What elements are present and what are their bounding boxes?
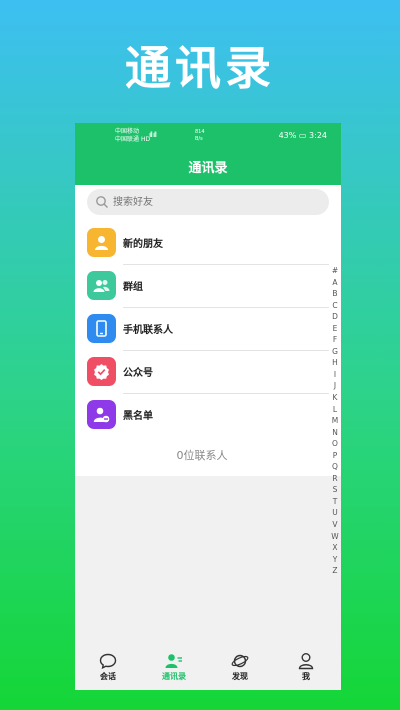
carrier-2: 中国联通: [115, 136, 140, 143]
signal-icon: ıll ıll: [149, 131, 157, 139]
tab-chat[interactable]: 会话: [75, 650, 141, 682]
phone-screen: 中国移动 中国联通 HD ıll ıll 814 B/s 43% ▭ 3:24 …: [75, 123, 341, 690]
index-letter[interactable]: E: [329, 323, 341, 335]
index-letter[interactable]: S: [329, 484, 341, 496]
verified-badge-icon: [87, 357, 116, 386]
index-letter[interactable]: P: [329, 450, 341, 462]
list-item-label: 黑名单: [123, 411, 153, 422]
index-letter[interactable]: W: [329, 531, 341, 543]
person-icon: [87, 228, 116, 257]
index-letter[interactable]: J: [329, 380, 341, 392]
phone-icon: [87, 314, 116, 343]
group-icon: [87, 271, 116, 300]
tab-label: 我: [302, 672, 310, 681]
index-letter[interactable]: F: [329, 334, 341, 346]
promo-title: 通讯录: [125, 41, 275, 95]
index-letter[interactable]: L: [329, 404, 341, 416]
index-letter[interactable]: #: [329, 265, 341, 277]
list-item-phone-contacts[interactable]: 手机联系人: [75, 308, 329, 351]
list-item-official-accounts[interactable]: 公众号: [75, 351, 329, 394]
index-letter[interactable]: K: [329, 392, 341, 404]
planet-icon: [231, 654, 249, 668]
tab-label: 通讯录: [162, 672, 186, 681]
tab-label: 会话: [100, 672, 116, 681]
status-bar: 中国移动 中国联通 HD ıll ıll 814 B/s 43% ▭ 3:24: [75, 123, 341, 149]
profile-icon: [298, 653, 314, 670]
tab-label: 发现: [232, 672, 248, 681]
battery-icon: ▭: [298, 131, 307, 140]
contacts-count: 0位联系人: [176, 449, 228, 462]
clock: 3:24: [309, 131, 327, 140]
nav-bar: 通讯录: [75, 149, 341, 185]
list-item-label: 手机联系人: [123, 325, 173, 336]
index-letter[interactable]: N: [329, 427, 341, 439]
list-item-new-friends[interactable]: 新的朋友: [75, 222, 329, 265]
status-right: 43% ▭ 3:24: [279, 131, 327, 140]
tab-contacts[interactable]: 通讯录: [141, 650, 207, 682]
index-letter[interactable]: M: [329, 415, 341, 427]
tab-bar: 会话 通讯录 发现 我: [75, 646, 341, 690]
list-item-blacklist[interactable]: 黑名单: [75, 394, 329, 437]
index-letter[interactable]: Q: [329, 461, 341, 473]
index-letter[interactable]: I: [329, 369, 341, 381]
tab-me[interactable]: 我: [273, 650, 339, 682]
index-letter[interactable]: R: [329, 473, 341, 485]
index-letter[interactable]: B: [329, 288, 341, 300]
list-item-label: 新的朋友: [123, 239, 163, 250]
alphabet-index[interactable]: # A B C D E F G H I J K L M N O P Q R S …: [329, 265, 341, 577]
blocked-user-icon: [87, 400, 116, 429]
index-letter[interactable]: Z: [329, 565, 341, 577]
index-letter[interactable]: T: [329, 496, 341, 508]
list-item-groups[interactable]: 群组: [75, 265, 329, 308]
index-letter[interactable]: G: [329, 346, 341, 358]
index-letter[interactable]: V: [329, 519, 341, 531]
index-letter[interactable]: O: [329, 438, 341, 450]
index-letter[interactable]: X: [329, 542, 341, 554]
contacts-icon: [165, 654, 182, 668]
carrier-info: 中国移动 中国联通 HD: [115, 128, 150, 144]
index-letter[interactable]: Y: [329, 554, 341, 566]
chat-icon: [99, 653, 117, 670]
search-icon: [96, 196, 108, 208]
index-letter[interactable]: H: [329, 357, 341, 369]
index-letter[interactable]: U: [329, 507, 341, 519]
index-letter[interactable]: D: [329, 311, 341, 323]
index-letter[interactable]: C: [329, 300, 341, 312]
index-letter[interactable]: A: [329, 277, 341, 289]
search-input[interactable]: [113, 194, 313, 210]
battery-level: 43%: [278, 131, 297, 140]
contacts-list: 新的朋友 群组 手机联系人 公众号: [75, 185, 341, 476]
list-item-label: 群组: [123, 282, 143, 293]
network-speed: 814 B/s: [195, 129, 205, 142]
page-title: 通讯录: [188, 161, 228, 176]
search-bar[interactable]: [87, 189, 329, 215]
tab-discover[interactable]: 发现: [207, 650, 273, 682]
list-item-label: 公众号: [123, 368, 153, 379]
carrier-1: 中国移动: [115, 128, 140, 135]
